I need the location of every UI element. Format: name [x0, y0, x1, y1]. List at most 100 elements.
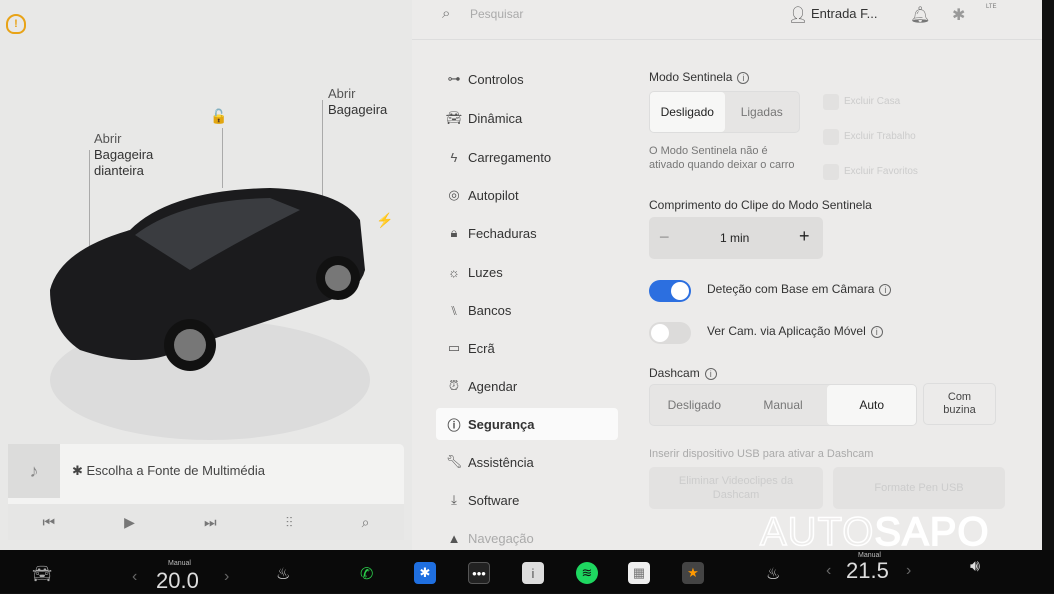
format-usb-button[interactable]: Formate Pen USB [833, 467, 1005, 509]
camera-detection-label: Deteção com Base em Câmara i [707, 282, 892, 296]
manual-icon[interactable]: i [522, 562, 544, 584]
play-icon[interactable]: ▶ [124, 514, 135, 531]
minus-icon[interactable]: − [659, 227, 670, 248]
wrench-icon: 🔧︎ [445, 454, 463, 469]
toybox-icon[interactable]: ★ [682, 562, 704, 584]
menu-label: Assistência [468, 454, 534, 470]
clip-length-stepper: − 1 min + [649, 217, 823, 259]
frunk-label-2: Bagageira [94, 147, 154, 162]
dashcam-honk-button[interactable]: Com buzina [923, 383, 996, 425]
car-icon: 🚘︎ [445, 110, 463, 125]
info-icon[interactable]: i [737, 72, 750, 84]
menu-label: Software [468, 492, 520, 508]
seat-heater-icon[interactable]: ♨ [276, 564, 290, 584]
profile-name[interactable]: Entrada F... [811, 6, 877, 21]
media-source-label: Escolha a Fonte de Multimédia [86, 463, 265, 478]
camera-detection-toggle[interactable] [649, 280, 691, 302]
sentry-option-on[interactable]: Ligadas [725, 92, 800, 132]
menu-label: Bancos [468, 302, 512, 318]
lock-icon: 🔒︎ [450, 225, 458, 240]
dashcam-title: Dashcam i [649, 366, 717, 380]
more-apps-icon[interactable]: ••• [468, 562, 490, 584]
search-icon: ⌕ [442, 5, 451, 22]
spotify-icon[interactable]: ≋ [576, 562, 598, 584]
calendar-icon[interactable]: ▦ [628, 562, 650, 584]
delete-clips-button[interactable]: Eliminar Videoclipes da Dashcam [649, 467, 823, 509]
left-temp-down-icon[interactable]: ‹ [132, 568, 137, 586]
clip-length-value: 1 min [720, 231, 750, 245]
dashcam-mode-selector: Desligado Manual Auto [649, 384, 917, 426]
menu-label: Controlos [468, 71, 524, 87]
menu-label: Luzes [468, 264, 503, 280]
menu-item-autopilot[interactable]: ◎ Autopilot [436, 179, 618, 211]
right-temp-up-icon[interactable]: › [906, 562, 911, 580]
media-player: ♪ ✱ Escolha a Fonte de Multimédia ⏮ ▶ ⏭ … [8, 444, 404, 540]
car-icon[interactable]: 🚘︎ [32, 564, 52, 584]
right-seat-heater-icon[interactable]: ♨ [766, 564, 780, 584]
menu-item-bancos[interactable]: ⑊ Bancos [436, 294, 618, 326]
dashcam-option-off[interactable]: Desligado [650, 385, 739, 425]
menu-item-assistencia[interactable]: 🔧︎ Assistência [436, 446, 618, 478]
navigation-icon: ▲ [447, 530, 461, 546]
menu-item-ecra[interactable]: ▭ Ecrã [436, 332, 618, 364]
menu-label: Autopilot [468, 187, 519, 203]
left-temp-up-icon[interactable]: › [224, 568, 229, 586]
unlock-icon[interactable]: 🔓 [210, 108, 227, 125]
mobile-view-label: Ver Cam. via Aplicação Móvel i [707, 324, 883, 338]
watermark-logo: AUTOSAPO [759, 509, 990, 555]
toggle-icon: ⊶ [447, 71, 461, 86]
dashcam-option-auto[interactable]: Auto [827, 385, 917, 425]
previous-track-icon[interactable]: ⏮ [43, 514, 56, 531]
search-input[interactable]: Pesquisar [470, 7, 523, 21]
lte-signal-icon: LTE [986, 4, 997, 10]
exclude-favorites-checkbox[interactable] [823, 164, 839, 180]
exclude-favorites-label: Excluir Favoritos [844, 166, 918, 177]
honk-label-1: Com [947, 391, 972, 403]
exclude-home-checkbox[interactable] [823, 94, 839, 110]
lock-line [222, 128, 223, 188]
sentry-title: Modo Sentinela i [649, 70, 750, 84]
info-icon[interactable]: i [870, 326, 883, 338]
menu-item-luzes[interactable]: ☼ Luzes [436, 256, 618, 288]
phone-icon[interactable]: ✆ [360, 564, 373, 584]
left-climate-mode: Manual [168, 560, 191, 567]
menu-label: Carregamento [468, 149, 552, 165]
menu-item-carregamento[interactable]: ϟ Carregamento [436, 141, 618, 173]
volume-icon[interactable]: 🔊︎ [970, 558, 980, 576]
bluetooth-icon[interactable]: ✱ [952, 5, 965, 25]
menu-item-controlos[interactable]: ⊶ Controlos [436, 63, 618, 95]
menu-item-agendar[interactable]: ⏰︎ Agendar [436, 370, 618, 402]
open-frunk-button[interactable]: Abrir Bagageira dianteira [94, 131, 153, 179]
menu-item-dinamica[interactable]: 🚘︎ Dinâmica [436, 102, 618, 134]
taskbar: 🚘︎ ‹ Manual 20.0 › ♨ ✆ ✱ ••• i ≋ ▦ ★ ♨ ‹… [0, 550, 1054, 593]
next-track-icon[interactable]: ⏭ [204, 514, 217, 531]
media-source-button[interactable]: ✱ Escolha a Fonte de Multimédia [72, 463, 265, 479]
menu-item-fechaduras[interactable]: 🔒︎ Fechaduras [436, 217, 618, 249]
alarm-icon: ⏰︎ [448, 378, 460, 393]
sun-icon: ☼ [448, 264, 460, 280]
dashcam-title-text: Dashcam [649, 366, 700, 380]
bluetooth-app-icon[interactable]: ✱ [414, 562, 436, 584]
menu-label: Segurança [468, 416, 535, 432]
menu-item-seguranca[interactable]: ⓘ Segurança [436, 408, 618, 440]
mobile-view-toggle[interactable] [649, 322, 691, 344]
exclude-work-checkbox[interactable] [823, 129, 839, 145]
info-icon[interactable]: i [704, 368, 717, 380]
search-icon[interactable]: ⌕ [362, 514, 370, 531]
frunk-label-1: Abrir [94, 131, 122, 146]
info-icon[interactable]: i [879, 284, 892, 296]
right-temperature[interactable]: 21.5 [846, 558, 889, 584]
settings-panel: ⌕ Pesquisar 👤︎ Entrada F... 🔔︎ ✱ LTE ⊶ Co… [412, 0, 1042, 550]
sentry-option-off[interactable]: Desligado [650, 92, 725, 132]
usb-note: Inserir dispositivo USB para ativar a Da… [649, 448, 874, 460]
open-trunk-button[interactable]: Abrir Bagageira [328, 86, 387, 118]
tire-pressure-warning-icon: ! [6, 14, 26, 34]
left-temperature[interactable]: 20.0 [156, 568, 199, 594]
dashcam-option-manual[interactable]: Manual [739, 385, 828, 425]
profile-icon[interactable]: 👤︎ [788, 5, 808, 25]
notification-bell-icon[interactable]: 🔔︎ [910, 5, 930, 25]
right-temp-down-icon[interactable]: ‹ [826, 562, 831, 580]
equalizer-icon[interactable]: ⫶⫶ [286, 514, 293, 531]
plus-icon[interactable]: + [799, 226, 810, 247]
menu-item-software[interactable]: ⤓ Software [436, 484, 618, 516]
